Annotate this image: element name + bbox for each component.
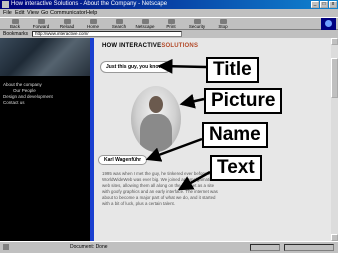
callout-title: Title: [206, 57, 259, 83]
print-button[interactable]: Print: [158, 19, 184, 30]
person-photo: [131, 86, 181, 152]
body-text: 1995 was when I met the guy, he tinkered…: [102, 171, 222, 207]
close-button[interactable]: x: [329, 1, 337, 8]
forward-button[interactable]: Forward: [28, 19, 54, 30]
menu-bar: File Edit View Go Communicator Help: [0, 9, 338, 17]
status-bar: Document: Done: [0, 241, 338, 253]
browser-window: How interactive Solutions - About the Co…: [0, 0, 338, 253]
progress-box: [250, 244, 280, 251]
netscape-button[interactable]: Netscape: [132, 19, 158, 30]
search-button[interactable]: Search: [106, 19, 132, 30]
window-title: How interactive Solutions - About the Co…: [11, 1, 168, 7]
security-button[interactable]: Security: [184, 19, 210, 30]
photo-head: [149, 96, 163, 113]
site-nav: About the company Our People Design and …: [3, 82, 53, 106]
menu-help[interactable]: Help: [86, 9, 97, 17]
callout-text: Text: [210, 155, 262, 181]
page-viewport: About the company Our People Design and …: [0, 38, 331, 241]
person-name: Karl Wagenführ: [98, 155, 148, 165]
scroll-up-icon[interactable]: [331, 38, 338, 45]
stop-label: Stop: [218, 24, 228, 29]
stop-button[interactable]: Stop: [210, 19, 236, 30]
callout-name: Name: [202, 122, 268, 148]
menu-communicator[interactable]: Communicator: [50, 9, 86, 17]
scroll-thumb[interactable]: [331, 58, 338, 98]
reload-button[interactable]: Reload: [54, 19, 80, 30]
home-label: Home: [86, 24, 99, 29]
left-nav-panel: About the company Our People Design and …: [0, 38, 92, 241]
banner-image: [0, 38, 92, 76]
back-label: Back: [9, 24, 20, 29]
menu-view[interactable]: View: [27, 9, 39, 17]
menu-edit[interactable]: Edit: [15, 9, 24, 17]
menu-file[interactable]: File: [3, 9, 12, 17]
callout-picture: Picture: [204, 88, 283, 114]
security-lock-icon[interactable]: [3, 244, 9, 250]
search-label: Search: [111, 24, 127, 29]
status-text: Document: Done: [70, 244, 108, 250]
scroll-down-icon[interactable]: [331, 234, 338, 241]
back-button[interactable]: Back: [2, 19, 28, 30]
security-label: Security: [188, 24, 206, 29]
netscape-label: Netscape: [135, 24, 155, 29]
title-bar: How interactive Solutions - About the Co…: [0, 0, 338, 9]
netscape-window-icon[interactable]: [2, 1, 9, 8]
bookmarks-button[interactable]: Bookmarks: [3, 30, 28, 38]
url-input[interactable]: http://www.interactive.com/: [32, 31, 182, 37]
location-bar: Bookmarks http://www.interactive.com/: [0, 30, 338, 38]
home-button[interactable]: Home: [80, 19, 106, 30]
forward-label: Forward: [32, 24, 50, 29]
logo-text-1: HOW INTERACTIVE: [102, 43, 162, 49]
menu-go[interactable]: Go: [41, 9, 48, 17]
reload-label: Reload: [59, 24, 75, 29]
component-bar[interactable]: [284, 244, 334, 251]
nav-link-contact[interactable]: Contact us: [3, 100, 53, 106]
page-headline: Just this guy, you know?: [100, 61, 172, 73]
site-logo[interactable]: HOW INTERACTIVESOLUTIONS: [102, 43, 198, 49]
print-label: Print: [166, 24, 176, 29]
logo-text-2: SOLUTIONS: [161, 43, 199, 49]
navigation-toolbar: Back Forward Reload Home Search Netscape…: [0, 17, 338, 30]
vertical-scrollbar[interactable]: [331, 38, 338, 241]
minimize-button[interactable]: _: [311, 1, 319, 8]
maximize-button[interactable]: □: [320, 1, 328, 8]
body-paragraph: 1995 was when I met the guy, he tinkered…: [102, 171, 220, 206]
photo-body: [140, 114, 172, 152]
netscape-throbber-icon: [321, 18, 336, 30]
